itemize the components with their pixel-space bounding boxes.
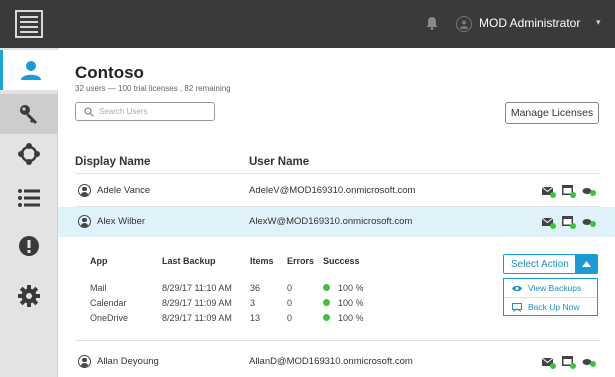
backup-errors: 0 — [287, 313, 293, 323]
onedrive-backup-status-icon[interactable] — [582, 184, 596, 198]
column-header-display-name[interactable]: Display Name — [75, 156, 150, 168]
table-row[interactable]: Adele Vance AdeleV@MOD169310.onmicrosoft… — [58, 176, 615, 206]
backup-column-errors: Errors — [287, 256, 315, 266]
back-up-now-menu-item[interactable]: Back Up Now — [512, 302, 580, 312]
backup-column-app: App — [90, 256, 108, 266]
mail-backup-status-icon[interactable] — [541, 184, 556, 198]
app-logo[interactable] — [0, 0, 58, 48]
network-icon — [18, 143, 40, 165]
mail-backup-status-icon[interactable] — [541, 355, 556, 369]
backup-last: 8/29/17 11:10 AM — [162, 283, 232, 293]
backup-column-items: Items — [250, 256, 274, 266]
user-email: AllanD@MOD169310.onmicrosoft.com — [249, 356, 413, 367]
backup-last: 8/29/17 11:09 AM — [162, 298, 232, 308]
sidebar-item-licenses[interactable] — [0, 94, 58, 134]
backup-app: OneDrive — [90, 313, 129, 323]
avatar-icon — [78, 184, 91, 197]
sidebar-item-apps[interactable] — [0, 134, 58, 174]
mail-backup-status-icon[interactable] — [541, 215, 556, 229]
sidebar-item-list[interactable] — [0, 178, 58, 218]
chevron-up-icon[interactable] — [575, 255, 597, 273]
divider — [504, 297, 597, 298]
backup-success: 100 % — [323, 283, 364, 293]
avatar-icon — [78, 215, 91, 228]
user-email: AdeleV@MOD169310.onmicrosoft.com — [249, 185, 416, 196]
user-icon — [20, 61, 41, 80]
backup-last: 8/29/17 11:09 AM — [162, 313, 232, 323]
display-name: Alex Wilber — [97, 216, 146, 227]
view-backups-menu-item[interactable]: View Backups — [512, 283, 581, 293]
backup-app: Mail — [90, 283, 107, 293]
select-action-dropdown[interactable]: Select Action — [503, 254, 598, 274]
backup-items: 3 — [250, 298, 256, 308]
chevron-down-icon[interactable]: ▾ — [596, 17, 601, 28]
table-row-selected[interactable]: Alex Wilber AlexW@MOD169310.onmicrosoft.… — [58, 207, 615, 237]
action-menu: View Backups Back Up Now — [503, 278, 598, 316]
user-name[interactable]: MOD Administrator — [479, 16, 580, 30]
user-email: AlexW@MOD169310.onmicrosoft.com — [249, 216, 413, 227]
list-icon — [18, 189, 40, 207]
table-row[interactable]: Allan Deyoung AllanD@MOD169310.onmicroso… — [58, 347, 615, 377]
backup-app: Calendar — [90, 298, 127, 308]
divider — [75, 173, 600, 174]
backup-errors: 0 — [287, 283, 293, 293]
calendar-backup-status-icon[interactable] — [562, 215, 576, 229]
select-action-label: Select Action — [511, 258, 569, 270]
top-bar: MOD Administrator ▾ — [58, 0, 615, 48]
column-header-user-name[interactable]: User Name — [249, 156, 309, 168]
calendar-backup-status-icon[interactable] — [562, 184, 576, 198]
success-dot-icon — [323, 314, 330, 322]
display-name: Adele Vance — [97, 185, 151, 196]
onedrive-backup-status-icon[interactable] — [582, 355, 596, 369]
backup-success: 100 % — [323, 313, 364, 323]
search-icon — [84, 106, 94, 117]
backup-items: 13 — [250, 313, 261, 323]
key-icon — [20, 105, 37, 124]
display-name: Allan Deyoung — [97, 356, 159, 367]
success-dot-icon — [323, 299, 330, 307]
search-input[interactable] — [99, 107, 209, 116]
alert-icon — [19, 236, 39, 256]
sidebar — [0, 0, 58, 377]
user-avatar-icon[interactable] — [456, 16, 472, 32]
backup-errors: 0 — [287, 298, 293, 308]
backup-column-last-backup: Last Backup — [162, 256, 216, 266]
backup-icon — [512, 302, 522, 312]
app-logo-icon — [15, 10, 43, 38]
backup-items: 36 — [250, 283, 261, 293]
backup-column-success: Success — [323, 256, 360, 266]
sidebar-item-alerts[interactable] — [0, 226, 58, 266]
notifications-bell-icon[interactable] — [426, 16, 438, 35]
manage-licenses-button[interactable]: Manage Licenses — [505, 102, 599, 124]
sidebar-item-settings[interactable] — [0, 276, 58, 316]
gear-icon — [18, 285, 40, 307]
avatar-icon — [78, 355, 91, 368]
success-dot-icon — [323, 284, 330, 292]
divider — [75, 340, 600, 341]
license-summary: 32 users — 100 trial licenses , 82 remai… — [75, 84, 231, 93]
page-title: Contoso — [75, 63, 144, 82]
calendar-backup-status-icon[interactable] — [562, 355, 576, 369]
backup-success: 100 % — [323, 298, 364, 308]
sidebar-item-users[interactable] — [0, 50, 58, 90]
eye-icon — [512, 285, 522, 291]
search-box[interactable] — [75, 102, 215, 121]
onedrive-backup-status-icon[interactable] — [582, 215, 596, 229]
